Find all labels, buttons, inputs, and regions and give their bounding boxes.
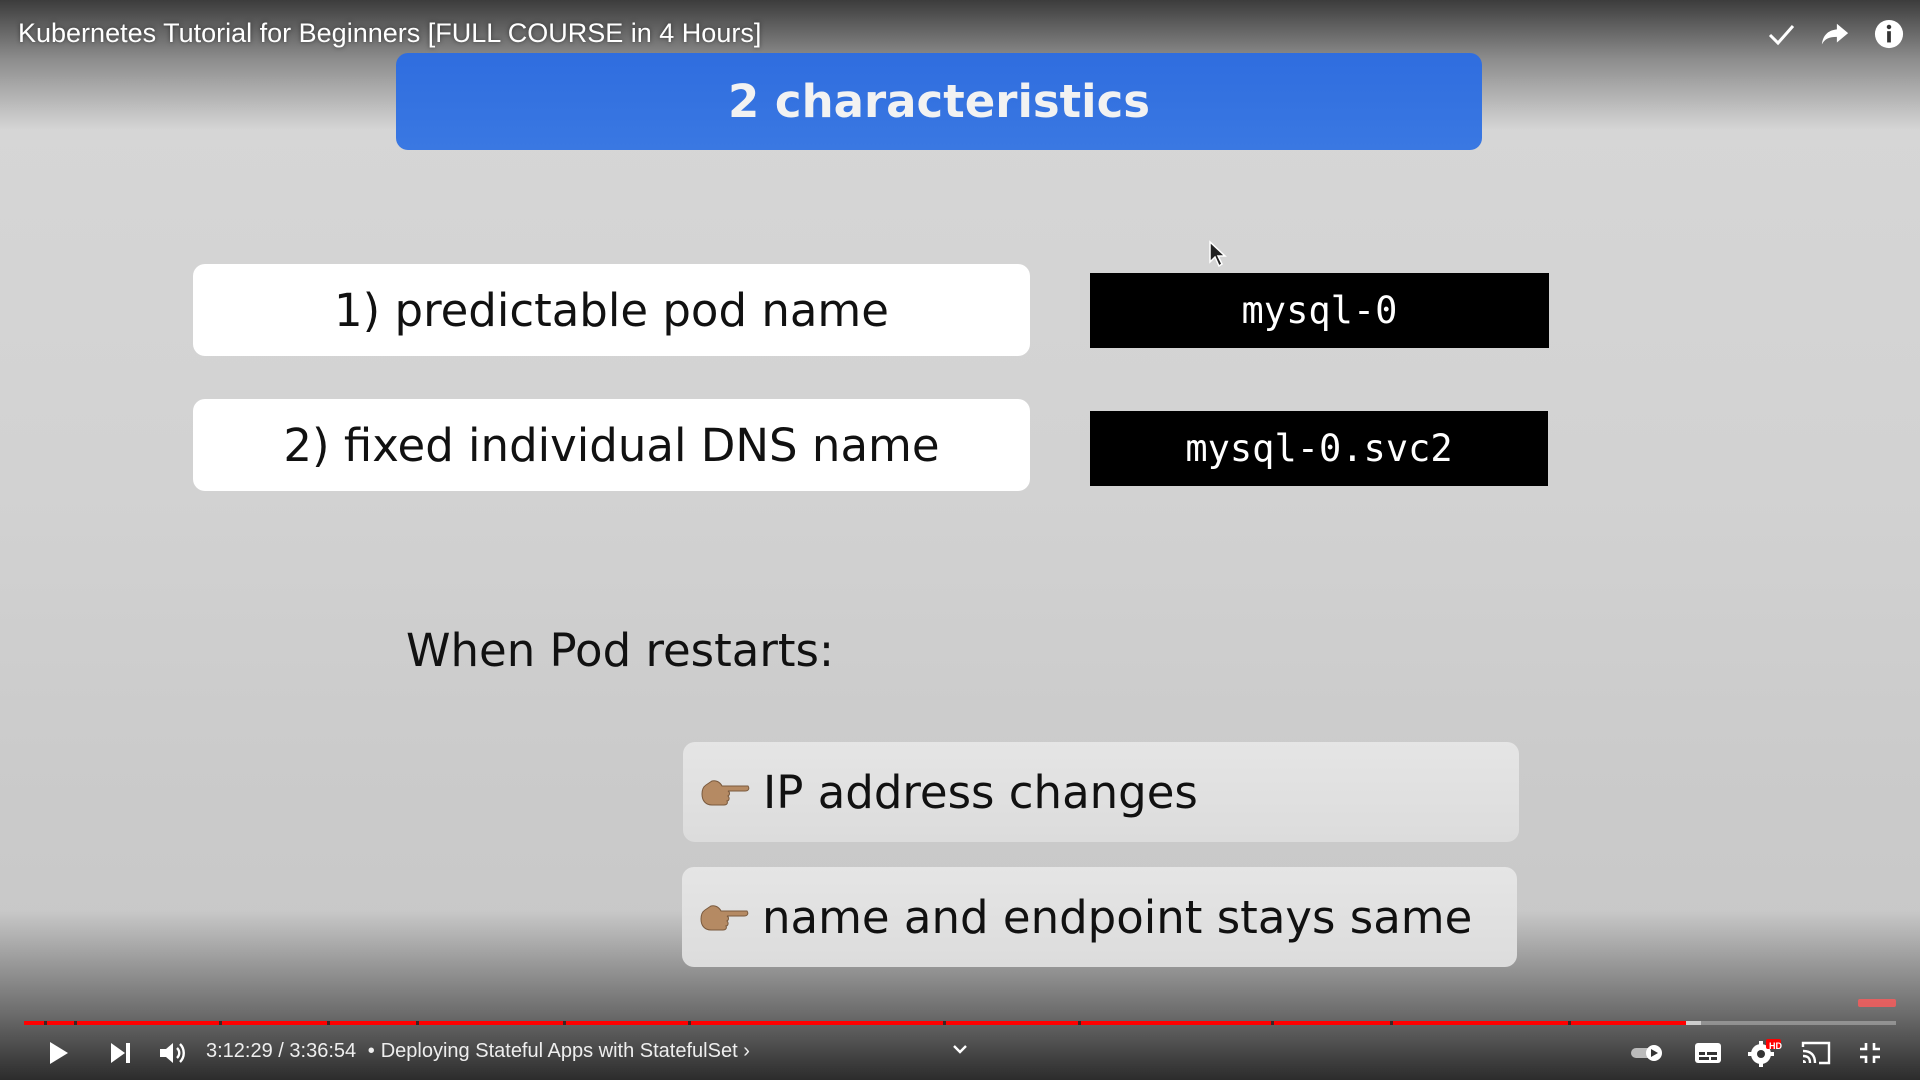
- chapter-marker: [1078, 1021, 1081, 1025]
- bullet-box: IP address changes: [683, 742, 1519, 842]
- top-actions: [1766, 14, 1904, 54]
- chapter-title[interactable]: Deploying Stateful Apps with StatefulSet: [381, 1040, 738, 1062]
- chapter-marker: [943, 1021, 946, 1025]
- code-label: mysql-0.svc2: [1185, 427, 1453, 470]
- code-label: mysql-0: [1241, 289, 1398, 332]
- chapter-marker: [1568, 1021, 1571, 1025]
- chapter-marker: [563, 1021, 566, 1025]
- check-icon[interactable]: [1766, 14, 1796, 54]
- autoplay-toggle-icon[interactable]: [1628, 1030, 1668, 1076]
- bullet-text: name and endpoint stays same: [762, 890, 1473, 944]
- characteristic-label: 2) fixed individual DNS name: [283, 418, 940, 472]
- chapter-marker: [1390, 1021, 1393, 1025]
- share-icon[interactable]: [1820, 14, 1850, 54]
- play-icon[interactable]: [38, 1030, 78, 1076]
- chapter-marker: [327, 1021, 330, 1025]
- volume-icon[interactable]: [152, 1030, 192, 1076]
- next-icon[interactable]: [100, 1030, 140, 1076]
- chapter-marker: [416, 1021, 419, 1025]
- chapter-marker: [219, 1021, 222, 1025]
- hd-badge: HD: [1769, 1041, 1782, 1051]
- characteristic-label: 1) predictable pod name: [334, 283, 889, 337]
- chevron-down-icon[interactable]: [948, 1026, 972, 1072]
- restart-heading: When Pod restarts:: [406, 624, 835, 677]
- pointing-finger-icon: [699, 901, 755, 933]
- player-controls: 3:12:29 / 3:36:54 • Deploying Stateful Ap…: [0, 1030, 1920, 1076]
- current-time: 3:12:29: [206, 1040, 273, 1062]
- exit-fullscreen-icon[interactable]: [1850, 1030, 1890, 1076]
- settings-icon[interactable]: HD: [1742, 1030, 1786, 1076]
- slide-header: 2 characteristics: [396, 53, 1482, 150]
- duration: 3:36:54: [289, 1040, 357, 1062]
- watermark-badge: [1858, 999, 1896, 1007]
- cast-icon[interactable]: [1796, 1030, 1836, 1076]
- progress-bar[interactable]: [24, 1021, 1896, 1025]
- subtitles-icon[interactable]: [1688, 1030, 1728, 1076]
- bullet-box: name and endpoint stays same: [682, 867, 1517, 967]
- chapter-arrow[interactable]: ›: [743, 1040, 750, 1062]
- chapter-marker: [44, 1021, 47, 1025]
- progress-played: [24, 1021, 1687, 1025]
- code-box: mysql-0: [1090, 273, 1549, 348]
- info-icon[interactable]: [1874, 14, 1904, 54]
- chapter-marker: [74, 1021, 77, 1025]
- characteristic-box: 1) predictable pod name: [193, 264, 1030, 356]
- time-separator: /: [278, 1040, 284, 1062]
- pointing-finger-icon: [700, 776, 756, 808]
- chapter-marker: [688, 1021, 691, 1025]
- code-box: mysql-0.svc2: [1090, 411, 1548, 486]
- characteristic-box: 2) fixed individual DNS name: [193, 399, 1030, 491]
- chapter-separator: •: [367, 1040, 375, 1062]
- mouse-cursor-icon: [1208, 240, 1228, 272]
- time-display: 3:12:29 / 3:36:54 • Deploying Stateful Ap…: [206, 1040, 750, 1063]
- video-title[interactable]: Kubernetes Tutorial for Beginners [FULL …: [18, 18, 761, 49]
- bullet-text: IP address changes: [763, 765, 1198, 819]
- chapter-marker: [1271, 1021, 1274, 1025]
